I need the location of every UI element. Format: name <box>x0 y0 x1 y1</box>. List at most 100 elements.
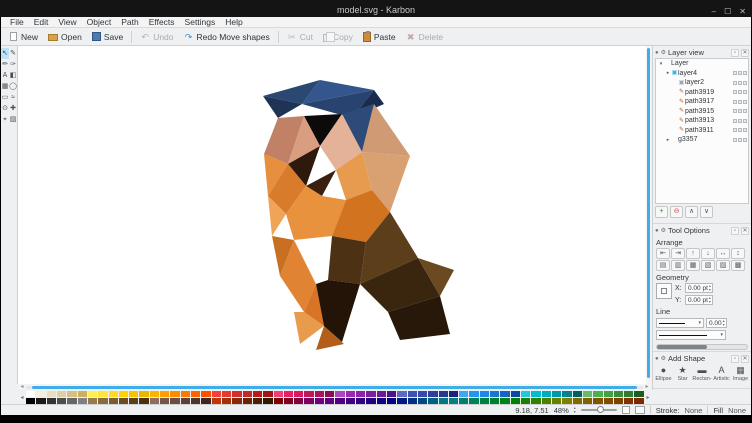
stroke-value[interactable]: None <box>685 406 703 415</box>
color-swatch[interactable] <box>57 398 66 404</box>
color-swatch[interactable] <box>459 398 468 404</box>
spin-down-icon[interactable]: ▾ <box>709 288 711 292</box>
color-swatch[interactable] <box>604 391 613 397</box>
calligraphy-tool[interactable]: ✑ <box>9 59 17 70</box>
color-swatch[interactable] <box>449 398 458 404</box>
line-cap-combo[interactable]: ▾ <box>656 330 726 340</box>
color-swatch[interactable] <box>88 398 97 404</box>
lock-icon[interactable] <box>738 100 742 104</box>
menu-path[interactable]: Path <box>116 17 144 27</box>
color-swatch[interactable] <box>212 398 221 404</box>
add-shape-star[interactable]: ★Star <box>674 365 691 382</box>
lower-layer-button[interactable]: ∨ <box>700 206 713 218</box>
lock-icon[interactable] <box>738 81 742 85</box>
color-swatch[interactable] <box>78 391 87 397</box>
distribute-button-5[interactable]: ▩ <box>731 260 745 271</box>
ellipse-tool[interactable]: ◯ <box>9 81 17 92</box>
docker-close-icon[interactable]: ✕ <box>741 49 749 57</box>
color-swatch[interactable] <box>511 398 520 404</box>
docker-float-icon[interactable]: ▫ <box>731 49 739 57</box>
color-swatch[interactable] <box>98 398 107 404</box>
distribute-button-0[interactable]: ▤ <box>656 260 670 271</box>
layer-row-layer[interactable]: ▾Layer <box>656 59 748 69</box>
align-button-2[interactable]: ↑ <box>686 248 700 259</box>
add-shape-image[interactable]: ▦Image <box>732 365 749 382</box>
color-swatch[interactable] <box>552 398 561 404</box>
pattern-tool[interactable]: ▦ <box>1 81 9 92</box>
color-swatch[interactable] <box>294 391 303 397</box>
color-swatch[interactable] <box>160 391 169 397</box>
color-swatch[interactable] <box>57 391 66 397</box>
color-swatch[interactable] <box>531 391 540 397</box>
color-swatch[interactable] <box>593 398 602 404</box>
color-swatch[interactable] <box>325 391 334 397</box>
lock-icon[interactable] <box>738 71 742 75</box>
remove-layer-button[interactable]: ⊖ <box>670 206 683 218</box>
visibility-icon[interactable] <box>733 90 737 94</box>
color-swatch[interactable] <box>129 398 138 404</box>
color-swatch[interactable] <box>418 391 427 397</box>
color-swatch[interactable] <box>490 398 499 404</box>
line-style-combo[interactable]: ▾ <box>656 318 704 328</box>
select-tool[interactable]: ↖ <box>1 48 9 59</box>
align-button-1[interactable]: ⇥ <box>671 248 685 259</box>
color-swatch[interactable] <box>274 398 283 404</box>
color-swatch[interactable] <box>469 398 478 404</box>
docker-header[interactable]: ● ⚙ Layer view ▫ ✕ <box>655 47 749 58</box>
open-button[interactable]: Open <box>43 30 87 44</box>
color-swatch[interactable] <box>366 391 375 397</box>
color-swatch[interactable] <box>150 391 159 397</box>
color-swatch[interactable] <box>449 391 458 397</box>
geometry-spinner[interactable]: 0.00 pt▴▾ <box>685 283 713 293</box>
color-swatch[interactable] <box>243 398 252 404</box>
color-swatch[interactable] <box>181 398 190 404</box>
add-shape-rectangle[interactable]: ▬Rectan- <box>693 365 711 382</box>
color-swatch[interactable] <box>139 398 148 404</box>
color-swatch[interactable] <box>284 398 293 404</box>
tool-options-scrollbar[interactable] <box>656 344 748 350</box>
rectangle-tool[interactable]: ▭ <box>1 92 9 103</box>
color-swatch[interactable] <box>490 391 499 397</box>
color-swatch[interactable] <box>325 398 334 404</box>
lock-icon[interactable] <box>738 90 742 94</box>
tree-arrow-icon[interactable]: ▾ <box>658 61 664 67</box>
color-swatch[interactable] <box>624 391 633 397</box>
color-swatch[interactable] <box>511 391 520 397</box>
color-swatch[interactable] <box>170 398 179 404</box>
zoom-width-icon[interactable] <box>635 406 645 414</box>
select-icon[interactable] <box>743 128 747 132</box>
color-swatch[interactable] <box>542 391 551 397</box>
docker-config-icon[interactable]: ⚙ <box>661 355 666 362</box>
color-swatch[interactable] <box>469 391 478 397</box>
color-swatch[interactable] <box>170 391 179 397</box>
color-swatch[interactable] <box>232 398 241 404</box>
color-swatch[interactable] <box>212 391 221 397</box>
add-layer-button[interactable]: + <box>655 206 668 218</box>
color-swatch[interactable] <box>47 391 56 397</box>
layer-row-path3911[interactable]: ✎path3911 <box>656 126 748 136</box>
distribute-button-1[interactable]: ▥ <box>671 260 685 271</box>
color-swatch[interactable] <box>397 391 406 397</box>
docker-close-icon[interactable]: ✕ <box>741 227 749 235</box>
color-swatch[interactable] <box>78 398 87 404</box>
color-swatch[interactable] <box>67 398 76 404</box>
color-swatch[interactable] <box>181 391 190 397</box>
color-swatch[interactable] <box>500 398 509 404</box>
zoom-tool[interactable]: ⊙ <box>1 103 9 114</box>
raise-layer-button[interactable]: ∧ <box>685 206 698 218</box>
color-swatch[interactable] <box>109 391 118 397</box>
color-swatch[interactable] <box>139 391 148 397</box>
spinner-arrows[interactable]: ▴▾ <box>709 296 711 304</box>
select-icon[interactable] <box>743 138 747 142</box>
zoom-slider-handle[interactable] <box>597 406 604 413</box>
color-swatch[interactable] <box>335 398 344 404</box>
spinner-arrows[interactable]: ▴▾ <box>723 319 725 327</box>
layer-row-path3917[interactable]: ✎path3917 <box>656 97 748 107</box>
docker-header[interactable]: ● ⚙ Add Shape ▫ ✕ <box>655 353 749 364</box>
layer-row-layer2[interactable]: ▣layer2 <box>656 78 748 88</box>
menu-effects[interactable]: Effects <box>144 17 180 27</box>
palette-right-icon[interactable]: ▸ <box>644 394 652 401</box>
color-swatch[interactable] <box>222 391 231 397</box>
select-icon[interactable] <box>743 109 747 113</box>
color-swatch[interactable] <box>552 391 561 397</box>
